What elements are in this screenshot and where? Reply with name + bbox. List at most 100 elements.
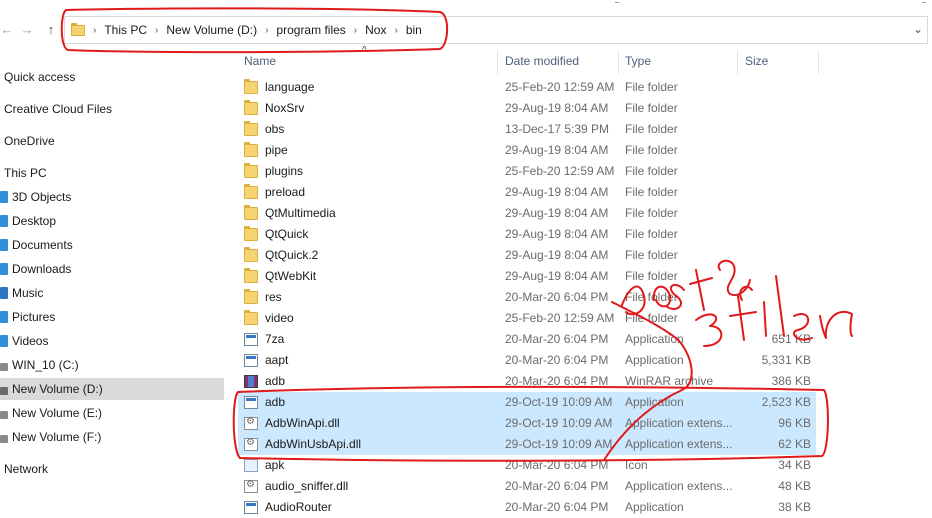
table-row[interactable]: apk 20-Mar-20 6:04 PM Icon 34 KB xyxy=(238,455,816,476)
table-row[interactable]: QtMultimedia 29-Aug-19 8:04 AM File folder xyxy=(238,203,816,224)
file-size xyxy=(741,308,811,329)
nav-drive-d[interactable]: New Volume (D:) xyxy=(0,378,224,400)
up-arrow-icon[interactable]: ↑ xyxy=(44,22,58,38)
nav-network[interactable]: Network xyxy=(0,458,224,480)
table-row[interactable]: res 20-Mar-20 6:04 PM File folder xyxy=(238,287,816,308)
folder-icon xyxy=(244,310,258,325)
folder-icon xyxy=(244,121,258,136)
file-type: File folder xyxy=(625,101,678,115)
table-row[interactable]: video 25-Feb-20 12:59 AM File folder xyxy=(238,308,816,329)
file-date: 20-Mar-20 6:04 PM xyxy=(505,500,609,514)
table-row[interactable]: AudioRouter 20-Mar-20 6:04 PM Application 3… xyxy=(238,497,816,518)
file-type: Application xyxy=(625,332,684,346)
nav-videos[interactable]: Videos xyxy=(0,330,224,352)
address-bar[interactable]: › This PC › New Volume (D:) › program fi… xyxy=(64,16,928,44)
table-row[interactable]: language 25-Feb-20 12:59 AM File folder xyxy=(238,77,816,98)
file-type: WinRAR archive xyxy=(625,374,714,388)
table-row[interactable]: 7za 20-Mar-20 6:04 PM Application 651 KB xyxy=(238,329,816,350)
column-header-size[interactable]: Size xyxy=(745,48,768,74)
table-row[interactable]: adb 20-Mar-20 6:04 PM WinRAR archive 386 KB xyxy=(238,371,816,392)
nav-creative-cloud-files[interactable]: Creative Cloud Files xyxy=(0,98,224,120)
table-row[interactable]: QtQuick 29-Aug-19 8:04 AM File folder xyxy=(238,224,816,245)
folder-icon xyxy=(244,268,258,283)
file-size xyxy=(741,287,811,308)
breadcrumb-this-pc[interactable]: This PC xyxy=(104,23,147,37)
file-date: 20-Mar-20 6:04 PM xyxy=(505,332,609,346)
dll-icon xyxy=(244,479,258,493)
top-strip xyxy=(0,0,932,12)
file-date: 29-Oct-19 10:09 AM xyxy=(505,437,613,451)
file-size: 34 KB xyxy=(778,458,811,472)
nav-this-pc[interactable]: This PC xyxy=(0,162,224,184)
nav-3d-objects[interactable]: 3D Objects xyxy=(0,186,224,208)
table-row[interactable]: audio_sniffer.dll 20-Mar-20 6:04 PM Applic… xyxy=(238,476,816,497)
table-row[interactable]: pipe 29-Aug-19 8:04 AM File folder xyxy=(238,140,816,161)
chevron-right-icon[interactable]: › xyxy=(155,25,158,36)
chevron-down-icon[interactable]: ⌄ xyxy=(913,22,923,36)
file-date: 25-Feb-20 12:59 AM xyxy=(505,164,615,178)
file-date: 25-Feb-20 12:59 AM xyxy=(505,311,615,325)
file-size: 651 KB xyxy=(771,332,811,346)
column-divider[interactable] xyxy=(737,50,738,74)
file-size xyxy=(741,266,811,287)
videos-icon xyxy=(0,335,8,347)
forward-arrow-icon[interactable]: → xyxy=(20,22,34,38)
file-date: 29-Aug-19 8:04 AM xyxy=(505,143,609,157)
nav-drive-c[interactable]: WIN_10 (C:) xyxy=(0,354,224,376)
column-divider[interactable] xyxy=(497,50,498,74)
file-name: audio_sniffer.dll xyxy=(265,479,349,493)
column-header-date[interactable]: Date modified xyxy=(505,48,579,74)
back-arrow-icon[interactable]: ← xyxy=(0,22,14,38)
file-name: NoxSrv xyxy=(265,101,305,115)
nav-label: Network xyxy=(4,462,49,476)
file-date: 29-Oct-19 10:09 AM xyxy=(505,416,613,430)
breadcrumb-nox[interactable]: Nox xyxy=(365,23,386,37)
folder-icon xyxy=(244,289,258,304)
table-row[interactable]: AdbWinApi.dll 29-Oct-19 10:09 AM Applicati… xyxy=(238,413,816,434)
column-divider[interactable] xyxy=(618,50,619,74)
table-row[interactable]: plugins 25-Feb-20 12:59 AM File folder xyxy=(238,161,816,182)
breadcrumb-bin[interactable]: bin xyxy=(406,23,422,37)
breadcrumb-new-volume-d[interactable]: New Volume (D:) xyxy=(166,23,257,37)
table-row[interactable]: NoxSrv 29-Aug-19 8:04 AM File folder xyxy=(238,98,816,119)
file-type: File folder xyxy=(625,122,678,136)
chevron-right-icon[interactable]: › xyxy=(93,25,96,36)
column-divider[interactable] xyxy=(818,50,819,74)
nav-drive-e[interactable]: New Volume (E:) xyxy=(0,402,224,424)
chevron-right-icon[interactable]: › xyxy=(394,25,397,36)
table-row[interactable]: AdbWinUsbApi.dll 29-Oct-19 10:09 AM Applic… xyxy=(238,434,816,455)
breadcrumb-program-files[interactable]: program files xyxy=(276,23,345,37)
nav-label: 3D Objects xyxy=(12,190,72,204)
nav-drive-f[interactable]: New Volume (F:) xyxy=(0,426,224,448)
table-row[interactable]: QtWebKit 29-Aug-19 8:04 AM File folder xyxy=(238,266,816,287)
nav-onedrive[interactable]: OneDrive xyxy=(0,130,224,152)
nav-desktop[interactable]: Desktop xyxy=(0,210,224,232)
app-icon xyxy=(244,354,258,367)
table-row[interactable]: adb 29-Oct-19 10:09 AM Application 2,523 KB xyxy=(238,392,816,413)
chevron-right-icon[interactable]: › xyxy=(354,25,357,36)
file-name: obs xyxy=(265,122,285,136)
file-size xyxy=(741,224,811,245)
chevron-right-icon[interactable]: › xyxy=(265,25,268,36)
nav-documents[interactable]: Documents xyxy=(0,234,224,256)
table-row[interactable]: preload 29-Aug-19 8:04 AM File folder xyxy=(238,182,816,203)
column-header-name[interactable]: Name xyxy=(244,48,276,74)
nav-music[interactable]: Music xyxy=(0,282,224,304)
nav-label: Downloads xyxy=(12,262,72,276)
file-name: language xyxy=(265,80,315,94)
file-date: 20-Mar-20 6:04 PM xyxy=(505,290,609,304)
file-size xyxy=(741,182,811,203)
file-size: 2,523 KB xyxy=(761,395,811,409)
table-row[interactable]: QtQuick.2 29-Aug-19 8:04 AM File folder xyxy=(238,245,816,266)
nav-quick-access[interactable]: Quick access xyxy=(0,66,224,88)
file-date: 20-Mar-20 6:04 PM xyxy=(505,374,609,388)
file-type: File folder xyxy=(625,311,678,325)
table-row[interactable]: aapt 20-Mar-20 6:04 PM Application 5,331 KB xyxy=(238,350,816,371)
file-name: QtQuick.2 xyxy=(265,248,319,262)
table-row[interactable]: obs 13-Dec-17 5:39 PM File folder xyxy=(238,119,816,140)
column-header-type[interactable]: Type xyxy=(625,48,651,74)
nav-pictures[interactable]: Pictures xyxy=(0,306,224,328)
nav-downloads[interactable]: Downloads xyxy=(0,258,224,280)
file-name: video xyxy=(265,311,294,325)
file-size xyxy=(741,98,811,119)
